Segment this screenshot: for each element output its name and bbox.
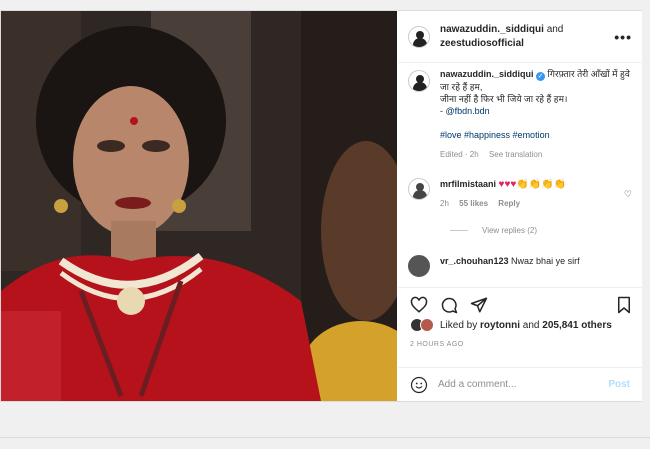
post-timestamp: 2 HOURS AGO — [410, 341, 464, 348]
emoji-icon[interactable] — [410, 376, 428, 394]
page-divider — [0, 437, 650, 438]
comment-time: 2h — [440, 199, 449, 208]
comment: vr_.chouhan123 Nwaz bhai ye sirf — [408, 255, 632, 277]
and-text: and — [546, 23, 564, 35]
credit-mention[interactable]: @fbdn.bdn — [446, 106, 490, 116]
comment-likes[interactable]: 55 likes — [459, 199, 488, 208]
caption-avatar[interactable] — [408, 70, 430, 92]
comment: mrfilmistaani ♥♥♥👏👏👏👏 2h 55 likes Reply … — [408, 178, 632, 210]
comment-text: Nwaz bhai ye sirf — [511, 256, 580, 266]
comments-section: nawazuddin._siddiqui ✓ गिरफ़्तार तेरी आँ… — [398, 68, 642, 284]
add-comment-bar: Add a comment... Post — [398, 367, 642, 401]
likes-count[interactable]: 205,841 others — [542, 320, 612, 331]
replies-divider — [450, 230, 468, 231]
commenter-avatar[interactable] — [408, 255, 430, 277]
author-username[interactable]: nawazuddin._siddiqui — [440, 24, 544, 35]
post-comment-button[interactable]: Post — [608, 379, 630, 390]
author-avatar[interactable] — [408, 25, 430, 48]
post-sidebar: nawazuddin._siddiqui and zeestudiosoffic… — [398, 11, 642, 401]
coauthor-username[interactable]: zeestudiosofficial — [440, 37, 614, 51]
commenter-username[interactable]: mrfilmistaani — [440, 179, 496, 189]
hashtags[interactable]: #love #happiness #emotion — [440, 130, 550, 140]
save-bookmark-icon[interactable] — [616, 296, 632, 314]
like-comment-heart-icon[interactable]: ♡ — [624, 188, 632, 200]
reply-button[interactable]: Reply — [498, 199, 520, 208]
commenter-avatar[interactable] — [408, 178, 430, 200]
clap-emojis: 👏👏👏👏 — [516, 179, 567, 190]
commenter-username[interactable]: vr_.chouhan123 — [440, 256, 509, 266]
post-photo[interactable] — [1, 11, 397, 401]
view-replies-label[interactable]: View replies (2) — [482, 226, 537, 235]
view-replies[interactable]: View replies (2) — [450, 226, 632, 235]
likes-summary: Liked by roytonni and 205,841 others — [410, 318, 612, 332]
heart-emojis: ♥♥♥ — [498, 179, 517, 190]
photo-illustration — [1, 11, 397, 401]
action-bar — [398, 287, 642, 319]
liker-avatar[interactable] — [420, 318, 434, 332]
edited-time: Edited · 2h — [440, 150, 479, 159]
share-icon[interactable] — [470, 296, 488, 314]
post-header: nawazuddin._siddiqui and zeestudiosoffic… — [398, 11, 642, 63]
likes-and: and — [520, 319, 543, 331]
more-options-icon[interactable]: ••• — [614, 29, 632, 45]
verified-badge-icon: ✓ — [536, 72, 546, 81]
caption: nawazuddin._siddiqui ✓ गिरफ़्तार तेरी आँ… — [408, 68, 632, 161]
caption-line-2: जीना नहीं है फिर भी जिये जा रहे हैं हम। — [440, 94, 568, 104]
see-translation-link[interactable]: See translation — [489, 150, 542, 159]
add-comment-input[interactable]: Add a comment... — [438, 379, 608, 390]
likes-prefix: Liked by — [440, 319, 481, 331]
comment-meta: 2h 55 likes Reply — [440, 198, 610, 210]
caption-meta: Edited · 2h See translation — [440, 149, 630, 161]
liker-username[interactable]: roytonni — [480, 320, 520, 331]
comment-bubble-icon[interactable] — [440, 296, 458, 314]
instagram-post: nawazuddin._siddiqui and zeestudiosoffic… — [0, 10, 642, 402]
post-authors: nawazuddin._siddiqui and zeestudiosoffic… — [440, 23, 614, 51]
caption-username[interactable]: nawazuddin._siddiqui — [440, 69, 534, 79]
like-heart-icon[interactable] — [410, 296, 428, 314]
